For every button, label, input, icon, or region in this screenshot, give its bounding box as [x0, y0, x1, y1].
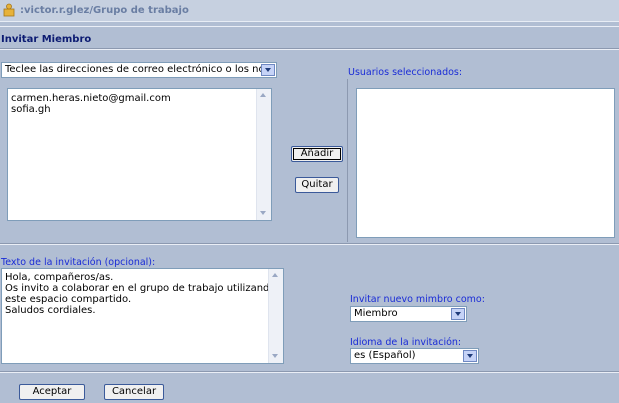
email-type-select[interactable]: Teclee las direcciones de correo electró…	[1, 62, 277, 78]
invite-as-label: Invitar nuevo mimbro como:	[350, 294, 485, 305]
email-list-scrollbar[interactable]	[256, 89, 271, 220]
selected-users-label: Usuarios seleccionados:	[348, 67, 463, 78]
chevron-down-icon[interactable]	[451, 308, 465, 320]
section-title: Invitar Miembro	[1, 34, 92, 45]
invitation-line: este espacio compartido.	[5, 294, 132, 305]
accept-button[interactable]: Aceptar	[19, 384, 85, 400]
chevron-down-icon[interactable]	[463, 350, 477, 362]
scroll-down-icon[interactable]	[258, 208, 269, 219]
language-select-value: es (Español)	[354, 350, 416, 361]
email-line: carmen.heras.nieto@gmail.com	[11, 93, 171, 104]
language-label: Idioma de la invitación:	[350, 337, 462, 348]
invite-as-select-value: Miembro	[354, 308, 398, 319]
separator	[0, 372, 619, 373]
cancel-button[interactable]: Cancelar	[104, 384, 164, 400]
separator	[0, 244, 619, 245]
scroll-up-icon[interactable]	[258, 90, 269, 101]
folder-person-icon	[3, 3, 15, 17]
separator	[0, 49, 619, 50]
invitation-textarea[interactable]: Hola, compañeros/as. Os invito a colabor…	[1, 268, 284, 364]
email-line: sofia.gh	[11, 104, 51, 115]
invitation-line: Os invito a colaborar en el grupo de tra…	[5, 283, 276, 294]
scroll-down-icon[interactable]	[270, 351, 281, 362]
add-button[interactable]: Añadir	[291, 146, 343, 162]
selected-users-list[interactable]	[356, 88, 615, 238]
email-type-select-value: Teclee las direcciones de correo electró…	[5, 64, 275, 75]
email-list-textarea[interactable]: carmen.heras.nieto@gmail.com sofia.gh	[7, 88, 272, 221]
invitation-scrollbar[interactable]	[268, 269, 283, 363]
breadcrumb[interactable]: :victor.r.glez/Grupo de trabajo	[20, 5, 189, 16]
invitation-line: Saludos cordiales.	[5, 305, 96, 316]
remove-button[interactable]: Quitar	[295, 177, 339, 193]
language-select[interactable]: es (Español)	[350, 348, 479, 364]
chevron-down-icon[interactable]	[261, 64, 275, 76]
scroll-up-icon[interactable]	[270, 270, 281, 281]
invitation-text-label: Texto de la invitación (opcional):	[1, 257, 156, 268]
separator	[347, 79, 348, 242]
invitation-line: Hola, compañeros/as.	[5, 272, 114, 283]
separator	[0, 26, 619, 27]
invite-as-select[interactable]: Miembro	[350, 306, 467, 322]
